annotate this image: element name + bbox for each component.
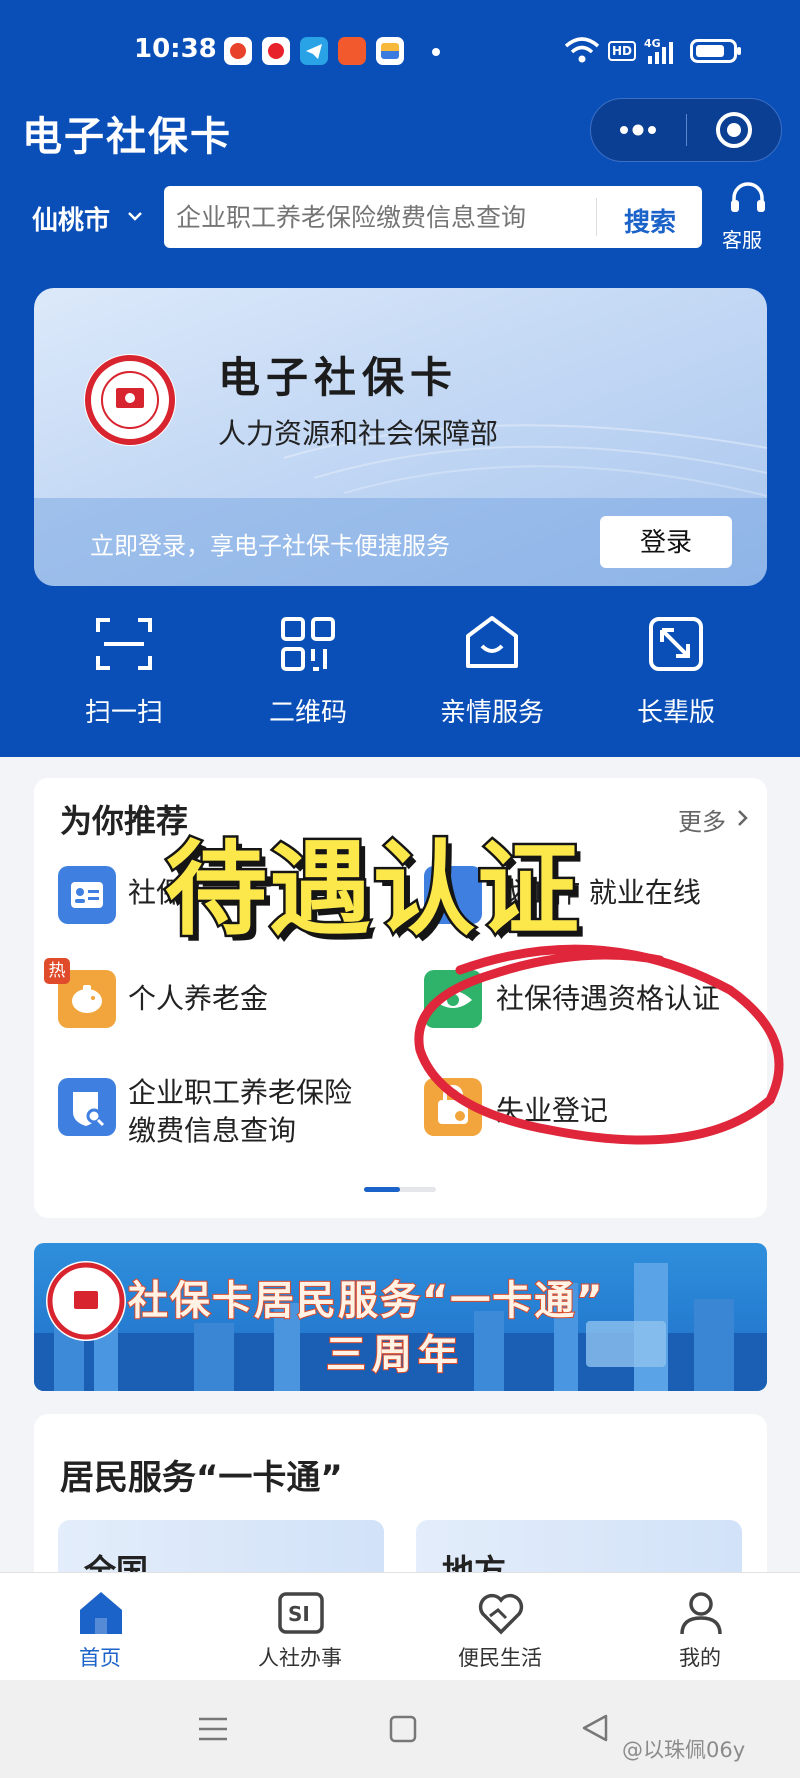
- scan-icon: [96, 618, 152, 670]
- quick-action-qrcode[interactable]: 二维码: [228, 608, 388, 738]
- quick-action-scan[interactable]: 扫一扫: [44, 608, 204, 738]
- hd-icon: HD: [608, 41, 636, 61]
- capsule-divider: [686, 114, 687, 146]
- social-security-seal-icon: [84, 354, 176, 446]
- service-label: 个人养老金: [128, 982, 269, 1015]
- tab-convenience-life[interactable]: 便民生活: [440, 1584, 560, 1674]
- more-options-icon[interactable]: [614, 116, 662, 144]
- more-notifications-dot: [432, 48, 440, 56]
- search-divider: [596, 198, 597, 236]
- svg-text:SI: SI: [288, 1602, 310, 1626]
- id-card-icon: [58, 866, 116, 924]
- chevron-down-icon: [128, 212, 142, 221]
- quick-action-label: 亲情服务: [439, 698, 544, 728]
- carousel-indicator-active: [364, 1187, 400, 1192]
- signal-4g-icon: 4G: [644, 37, 673, 64]
- family-house-icon: [466, 616, 518, 668]
- tab-label: 首页: [79, 1646, 121, 1670]
- city-selector[interactable]: 仙桃市: [28, 194, 148, 240]
- wifi-icon: [564, 37, 600, 63]
- wallet-app-icon: [376, 37, 404, 65]
- tab-label: 人社办事: [258, 1646, 342, 1670]
- card-login-prompt: 立即登录，享电子社保卡便捷服务: [90, 532, 450, 560]
- quick-action-label: 二维码: [268, 698, 347, 728]
- quick-action-label: 长辈版: [636, 698, 715, 728]
- card-subtitle: 人力资源和社会保障部: [218, 417, 499, 450]
- si-icon: SI: [278, 1592, 324, 1634]
- qrcode-icon: [281, 617, 335, 671]
- svg-text:4G: 4G: [644, 37, 661, 50]
- video-app-icon: [262, 37, 290, 65]
- quick-action-label: 扫一扫: [84, 698, 163, 728]
- tab-hr-affairs[interactable]: SI 人社办事: [240, 1584, 360, 1674]
- quick-action-elder-mode[interactable]: 长辈版: [596, 608, 756, 738]
- menu-icon[interactable]: [196, 1714, 230, 1744]
- shield-search-icon: [58, 1078, 116, 1136]
- service-label: 企业职工养老保险缴费信息查询: [128, 1076, 353, 1147]
- person-icon: [680, 1592, 722, 1635]
- service-item-personal-pension[interactable]: 个人养老金: [56, 970, 376, 1040]
- quick-action-family-service[interactable]: 亲情服务: [412, 608, 572, 738]
- more-label: 更多: [678, 808, 726, 836]
- service-item-pension-payment-query[interactable]: 企业职工养老保险缴费信息查询: [56, 1074, 386, 1154]
- login-button[interactable]: 登录: [600, 516, 732, 568]
- tab-mine[interactable]: 我的: [640, 1584, 760, 1674]
- banner-seal-icon: [46, 1261, 126, 1341]
- close-miniprogram-icon[interactable]: [714, 110, 754, 150]
- search-button[interactable]: 搜索: [624, 202, 676, 239]
- elder-mode-icon: [649, 617, 703, 671]
- page-title: 电子社保卡: [22, 114, 232, 160]
- watermark: @以珠佩06y: [622, 1738, 746, 1762]
- home-square-icon[interactable]: [388, 1714, 418, 1744]
- one-card-title: 居民服务“一卡通”: [60, 1458, 343, 1498]
- chevron-right-icon: [738, 810, 748, 826]
- customer-service-label: 客服: [722, 228, 762, 252]
- banner-headline: 社保卡居民服务“一卡通”: [127, 1277, 605, 1325]
- tab-label: 便民生活: [458, 1646, 542, 1670]
- mascot-app-icon: [338, 37, 366, 65]
- back-triangle-icon[interactable]: [580, 1712, 610, 1744]
- hot-badge: 热: [44, 958, 70, 984]
- headset-icon: [731, 182, 765, 212]
- battery-icon: [690, 39, 741, 63]
- home-icon: [80, 1592, 122, 1634]
- banner-subline: 三周年: [325, 1331, 464, 1379]
- tab-home[interactable]: 首页: [40, 1584, 160, 1674]
- notification-app-icon: [224, 37, 252, 65]
- search-input[interactable]: [176, 192, 586, 242]
- highlight-circle: [414, 944, 784, 1145]
- customer-service-button[interactable]: 客服: [722, 182, 782, 252]
- card-title: 电子社保卡: [218, 353, 459, 402]
- more-link[interactable]: 更多: [676, 800, 756, 836]
- telegram-app-icon: [300, 37, 328, 65]
- city-label: 仙桃市: [32, 206, 111, 236]
- status-time: 10:38: [134, 34, 217, 64]
- tab-label: 我的: [679, 1646, 721, 1670]
- heart-hands-icon: [478, 1593, 524, 1635]
